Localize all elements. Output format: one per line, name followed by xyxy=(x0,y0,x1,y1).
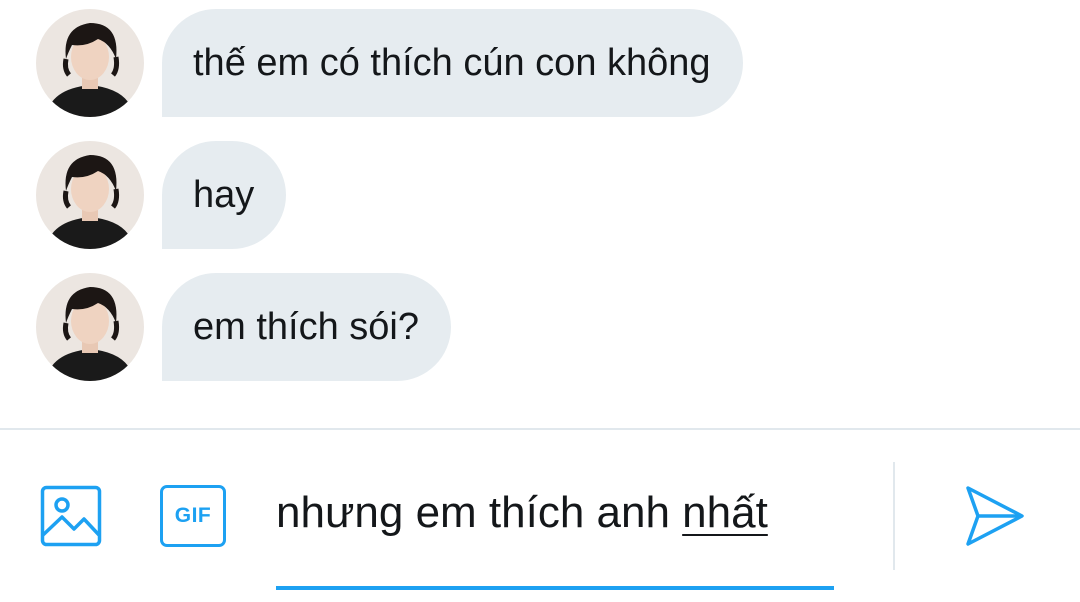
message-row: hay xyxy=(36,141,287,249)
message-list: thế em có thích cún con không hay em thí… xyxy=(0,0,1080,428)
message-row: thế em có thích cún con không xyxy=(36,9,743,117)
message-text: em thích sói? xyxy=(193,305,419,348)
message-bubble[interactable]: hay xyxy=(162,141,287,249)
avatar[interactable] xyxy=(36,273,144,381)
send-icon[interactable] xyxy=(964,484,1026,548)
input-text-main: nhưng em thích anh xyxy=(276,488,683,537)
message-text: hay xyxy=(193,173,255,216)
message-composer: GIF nhưng em thích anh nhất xyxy=(0,430,1080,602)
dm-conversation-screen: thế em có thích cún con không hay em thí… xyxy=(0,0,1080,602)
image-icon[interactable] xyxy=(40,485,102,547)
gif-icon[interactable]: GIF xyxy=(160,485,226,547)
message-input-text[interactable]: nhưng em thích anh nhất xyxy=(276,488,768,538)
input-text-underlined-word: nhất xyxy=(682,488,768,537)
send-separator xyxy=(893,462,895,570)
gif-label: GIF xyxy=(174,504,212,527)
input-focus-underline xyxy=(276,586,834,590)
message-row: em thích sói? xyxy=(36,273,451,381)
avatar[interactable] xyxy=(36,9,144,117)
message-bubble[interactable]: em thích sói? xyxy=(162,273,451,381)
message-input[interactable]: nhưng em thích anh nhất xyxy=(276,482,834,590)
gif-button[interactable]: GIF xyxy=(160,485,226,547)
avatar[interactable] xyxy=(36,141,144,249)
message-bubble[interactable]: thế em có thích cún con không xyxy=(162,9,743,117)
message-text: thế em có thích cún con không xyxy=(193,41,711,84)
